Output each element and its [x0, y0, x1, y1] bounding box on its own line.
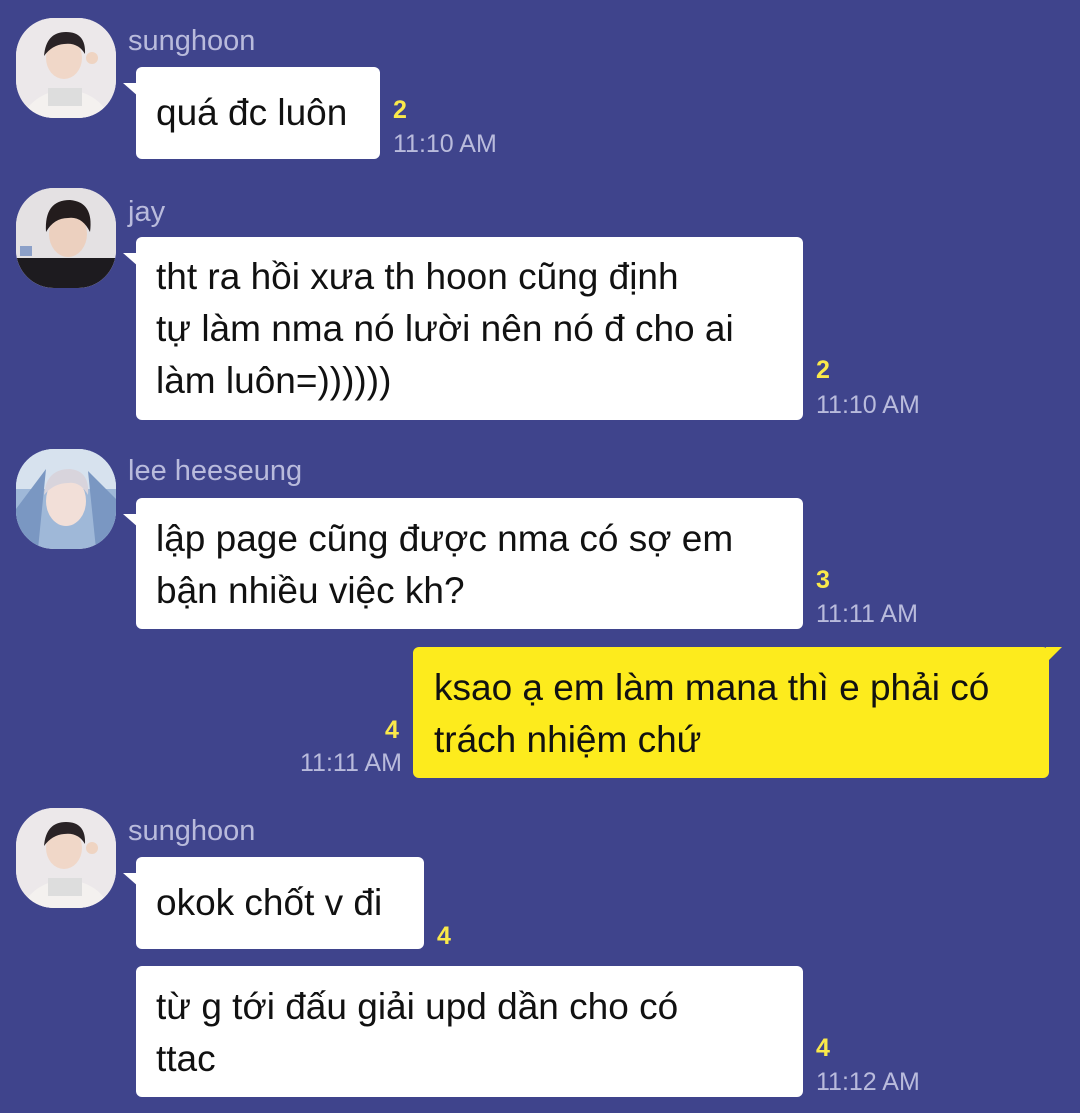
sender-name: lee heeseung — [128, 455, 303, 487]
avatar-sunghoon-image — [16, 18, 116, 118]
message-text: okok chốt v đi — [156, 882, 383, 923]
message-bubble[interactable]: quá đc luôn — [123, 67, 380, 159]
message-text: lập page cũng được nma có sợ em bận nhiề… — [156, 518, 734, 611]
unread-count: 2 — [393, 96, 407, 124]
avatar-lee-heeseung[interactable] — [16, 449, 116, 549]
avatar-sunghoon[interactable] — [16, 18, 116, 118]
bubble-tail — [1046, 647, 1062, 663]
avatar-lee-heeseung-image — [16, 449, 116, 549]
avatar-jay[interactable] — [16, 188, 116, 288]
unread-count: 3 — [816, 566, 830, 594]
my-message-bubble[interactable]: ksao ạ em làm mana thì e phải có trách n… — [413, 647, 1062, 778]
unread-count: 4 — [437, 922, 451, 950]
message-bubble[interactable]: lập page cũng được nma có sợ em bận nhiề… — [123, 498, 803, 629]
message-time: 11:11 AM — [300, 749, 402, 777]
bubble-tail — [123, 253, 139, 267]
avatar-jay-image — [16, 188, 116, 288]
message-time: 11:11 AM — [816, 600, 918, 628]
message-text: tht ra hồi xưa th hoon cũng định tự làm … — [156, 256, 734, 401]
unread-count: 4 — [816, 1034, 830, 1062]
unread-count: 4 — [385, 716, 399, 744]
message-text: quá đc luôn — [156, 92, 348, 133]
message-bubble[interactable]: từ g tới đấu giải upd dần cho có ttac — [136, 966, 803, 1097]
message-bubble[interactable]: okok chốt v đi — [123, 857, 424, 949]
sender-name: sunghoon — [128, 25, 256, 57]
message-time: 11:10 AM — [393, 130, 497, 158]
sender-name: sunghoon — [128, 815, 256, 847]
sender-name: jay — [128, 196, 166, 228]
message-text: từ g tới đấu giải upd dần cho có ttac — [156, 986, 679, 1079]
bubble-tail — [123, 514, 139, 528]
avatar-sunghoon[interactable] — [16, 808, 116, 908]
message-text: ksao ạ em làm mana thì e phải có trách n… — [434, 667, 990, 760]
avatar-sunghoon-image — [16, 808, 116, 908]
bubble-tail — [123, 83, 139, 97]
message-time: 11:10 AM — [816, 391, 920, 419]
bubble-tail — [123, 873, 139, 887]
message-bubble[interactable]: tht ra hồi xưa th hoon cũng định tự làm … — [123, 237, 803, 420]
unread-count: 2 — [816, 356, 830, 384]
message-time: 11:12 AM — [816, 1068, 920, 1096]
